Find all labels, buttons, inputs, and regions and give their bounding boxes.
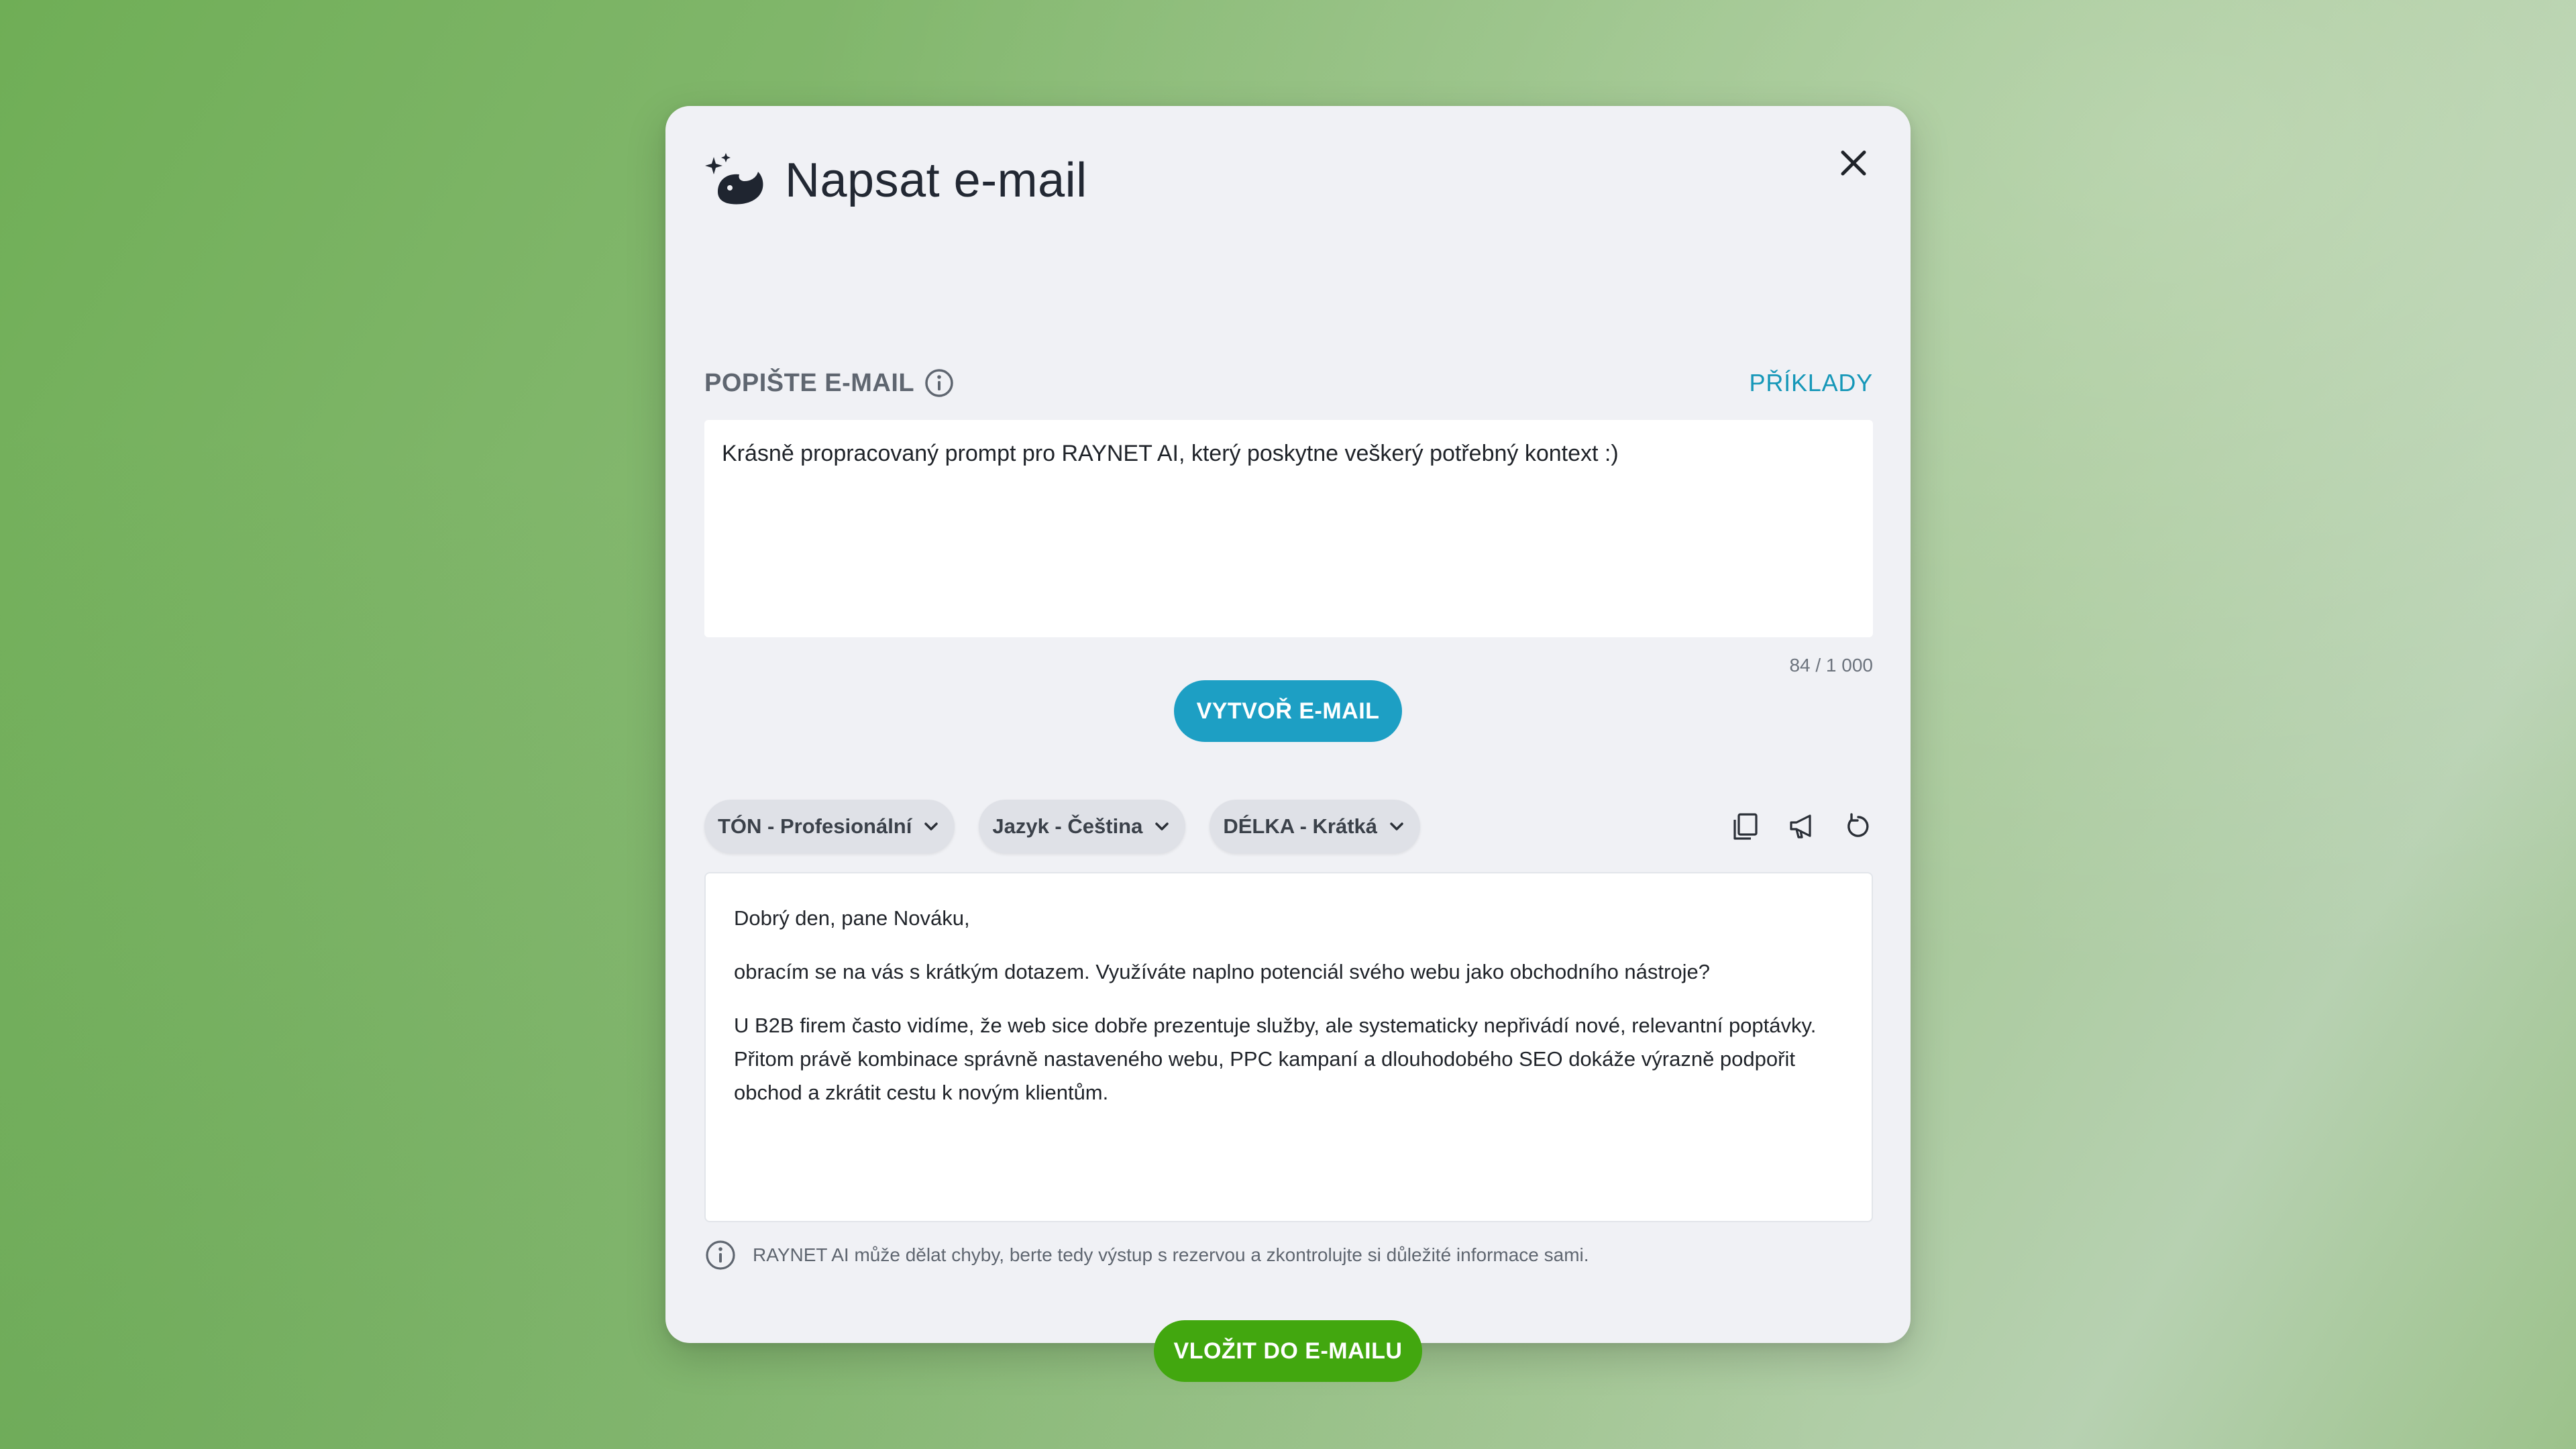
info-icon	[706, 1240, 735, 1270]
chevron-down-icon	[924, 822, 938, 830]
email-paragraph-2-line-3: obchod a zkrátit cestu k novým klientům.	[734, 1081, 1109, 1104]
email-paragraph-1: obracím se na vás s krátkým dotazem. Vyu…	[734, 960, 1710, 983]
character-counter: 84 / 1 000	[1789, 655, 1873, 676]
prompt-textarea[interactable]: Krásně propracovaný prompt pro RAYNET AI…	[704, 420, 1873, 637]
output-tools	[1731, 812, 1873, 841]
length-dropdown-label: DÉLKA - Krátká	[1223, 814, 1378, 838]
ai-sparkles-icon	[705, 153, 763, 205]
email-paragraph-2-line-1: U B2B firem často vidíme, že web sice do…	[734, 1014, 1817, 1037]
chevron-down-icon	[1155, 822, 1169, 830]
ai-disclaimer: RAYNET AI může dělat chyby, berte tedy v…	[704, 1238, 1873, 1272]
refresh-icon[interactable]	[1843, 812, 1873, 841]
chevron-down-icon	[1390, 822, 1403, 830]
copy-icon[interactable]	[1731, 812, 1760, 841]
length-dropdown[interactable]: DÉLKA - Krátká	[1210, 800, 1421, 853]
write-email-dialog: Napsat e-mail POPIŠTE E-MAIL PŘÍKLADY Kr…	[665, 106, 1911, 1382]
disclaimer-text: RAYNET AI může dělat chyby, berte tedy v…	[753, 1244, 1589, 1265]
language-dropdown-label: Jazyk - Čeština	[992, 814, 1143, 838]
email-paragraph-2-line-2: Přitom právě kombinace správně nastavené…	[734, 1047, 1795, 1071]
dialog-header: Napsat e-mail	[704, 144, 1087, 217]
language-dropdown[interactable]: Jazyk - Čeština	[979, 800, 1186, 853]
tone-dropdown-label: TÓN - Profesionální	[718, 814, 912, 838]
close-icon	[1841, 150, 1866, 176]
generated-email-output[interactable]: Dobrý den, pane Nováku, obracím se na vá…	[704, 872, 1873, 1222]
email-greeting: Dobrý den, pane Nováku,	[734, 906, 970, 930]
megaphone-icon[interactable]	[1787, 812, 1817, 841]
create-email-button[interactable]: VYTVOŘ E-MAIL	[1174, 680, 1402, 742]
examples-link[interactable]: PŘÍKLADY	[1750, 369, 1873, 397]
prompt-label-text: POPIŠTE E-MAIL	[704, 368, 915, 397]
prompt-label: POPIŠTE E-MAIL	[704, 368, 955, 398]
close-button[interactable]	[1830, 140, 1877, 186]
dialog-title: Napsat e-mail	[785, 154, 1087, 207]
info-icon[interactable]	[924, 368, 955, 398]
tone-dropdown[interactable]: TÓN - Profesionální	[704, 800, 955, 853]
option-chips: TÓN - Profesionální Jazyk - Čeština DÉLK…	[704, 800, 1421, 853]
prompt-label-row: POPIŠTE E-MAIL PŘÍKLADY	[704, 361, 1873, 405]
email-paragraph-2: U B2B firem často vidíme, že web sice do…	[734, 1009, 1843, 1110]
insert-into-email-button[interactable]: VLOŽIT DO E-MAILU	[1154, 1320, 1422, 1382]
options-toolbar: TÓN - Profesionální Jazyk - Čeština DÉLK…	[704, 800, 1873, 853]
